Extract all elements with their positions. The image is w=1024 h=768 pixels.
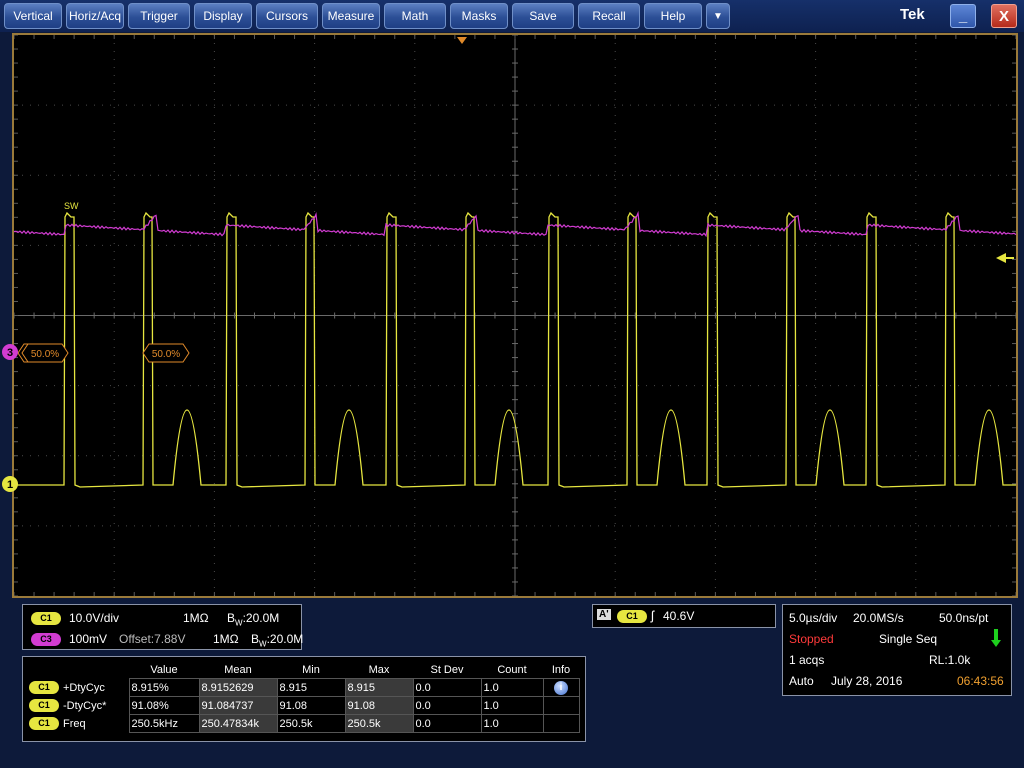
meas-value: 91.08%	[128, 696, 200, 715]
channel-settings-panel[interactable]: C1 10.0V/div 1MΩ BW:20.0M C3 100mV Offse…	[22, 604, 304, 650]
acq-date: July 28, 2016	[831, 674, 903, 688]
acquisition-panel[interactable]: 5.0µs/div 20.0MS/s 50.0ns/pt Stopped Sin…	[782, 604, 1012, 696]
rising-edge-icon: ʃ	[651, 608, 654, 623]
trigger-type-badge: A'	[597, 609, 611, 620]
cursors-menu-button[interactable]: Cursors	[256, 3, 318, 29]
meas-mean: 91.084737	[198, 696, 278, 715]
close-icon: X	[998, 7, 1009, 25]
meas-source-badge: C1	[29, 699, 59, 712]
time-per-div: 5.0µs/div	[789, 611, 838, 625]
ch1-marker[interactable]: 1	[2, 476, 18, 492]
help-menu-button[interactable]: Help	[644, 3, 702, 29]
channel-markers: 3 1	[2, 344, 18, 492]
display-menu-button[interactable]: Display	[194, 3, 252, 29]
meas-value: 8.915%	[128, 678, 200, 697]
meas-min: 91.08	[276, 696, 346, 715]
acq-mode: Single Seq	[879, 632, 938, 646]
acq-count: 1 acqs	[789, 653, 825, 667]
meas-min: 250.5k	[276, 714, 346, 733]
header-max: Max	[368, 663, 390, 676]
measure-menu-button[interactable]: Measure	[322, 3, 380, 29]
meas-source-badge: C1	[29, 717, 59, 730]
record-length: RL:1.0k	[929, 653, 971, 667]
info-icon[interactable]: i	[554, 680, 568, 695]
c3-bandwidth: BW:20.0M	[251, 632, 304, 649]
c1-scale: 10.0V/div	[69, 611, 120, 625]
header-info: Info	[551, 663, 571, 676]
acq-status: Stopped	[789, 632, 834, 646]
meas-name: +DtyCyc	[63, 681, 105, 694]
minimize-icon: _	[958, 7, 968, 25]
meas-count: 1.0	[480, 714, 544, 733]
meas-stdev: 0.0	[412, 714, 482, 733]
ch3-level-label: 50.0%	[152, 349, 180, 360]
trigger-panel[interactable]: A' C1 ʃ 40.6V	[592, 604, 776, 628]
c1-bandwidth: BW:20.0M	[227, 611, 280, 628]
header-count: Count	[497, 663, 527, 676]
trigger-source-badge: C1	[617, 610, 647, 623]
measurement-row[interactable]: C1 -DtyCyc* 91.08% 91.084737 91.08 91.08…	[27, 696, 580, 715]
math-menu-button[interactable]: Math	[384, 3, 446, 29]
close-button[interactable]: X	[991, 4, 1017, 28]
brand-logo: Tek	[900, 6, 925, 23]
meas-stdev: 0.0	[412, 696, 482, 715]
meas-name: -DtyCyc*	[63, 699, 107, 712]
meas-min: 8.915	[276, 678, 346, 697]
menu-bar: Vertical Horiz/Acq Trigger Display Curso…	[0, 0, 1024, 32]
meas-name: Freq	[63, 717, 86, 730]
run-indicator-icon	[991, 629, 1001, 647]
ch1-marker-label: 1	[7, 479, 13, 491]
meas-count: 1.0	[480, 678, 544, 697]
c3-scale: 100mV	[69, 632, 108, 646]
trigger-level-icon	[996, 253, 1006, 263]
masks-menu-button[interactable]: Masks	[450, 3, 508, 29]
vertical-menu-button[interactable]: Vertical	[4, 3, 62, 29]
meas-mean: 250.47834k	[198, 714, 278, 733]
measurements-table: Value Mean Min Max St Dev Count Info C1 …	[27, 661, 580, 733]
more-menu-button[interactable]: ▼	[706, 3, 730, 29]
meas-max: 250.5k	[344, 714, 414, 733]
meas-max: 8.915	[344, 678, 414, 697]
waveform-display[interactable]: 50.0%50.0%50.0%SW	[12, 33, 1018, 598]
meas-stdev: 0.0	[412, 678, 482, 697]
trigger-menu-button[interactable]: Trigger	[128, 3, 190, 29]
header-mean: Mean	[224, 663, 252, 676]
ch3-ref-level-label: 50.0%	[31, 349, 59, 360]
meas-max: 91.08	[344, 696, 414, 715]
trigger-level: 40.6V	[663, 609, 695, 623]
save-menu-button[interactable]: Save	[512, 3, 574, 29]
trigger-mode: Auto	[789, 674, 814, 688]
header-value: Value	[150, 663, 178, 676]
c3-impedance: 1MΩ	[213, 632, 239, 646]
ch3-marker-label: 3	[7, 347, 13, 359]
meas-value: 250.5kHz	[128, 714, 200, 733]
meas-count: 1.0	[480, 696, 544, 715]
ch3-marker[interactable]: 3	[2, 344, 18, 360]
measurements-header-row: Value Mean Min Max St Dev Count Info	[27, 661, 579, 679]
meas-mean: 8.9152629	[198, 678, 278, 697]
acq-time: 06:43:56	[957, 674, 1004, 688]
header-min: Min	[302, 663, 320, 676]
meas-source-badge: C1	[29, 681, 59, 694]
header-stdev: St Dev	[430, 663, 464, 676]
time-resolution: 50.0ns/pt	[939, 611, 989, 625]
sample-rate: 20.0MS/s	[853, 611, 904, 625]
sw-label: SW	[64, 201, 79, 211]
c3-offset: Offset:7.88V	[119, 632, 186, 646]
c3-badge: C3	[31, 633, 61, 646]
waveform-graticule: 50.0%50.0%50.0%SW	[14, 35, 1016, 596]
c1-impedance: 1MΩ	[183, 611, 209, 625]
minimize-button[interactable]: _	[950, 4, 976, 28]
recall-menu-button[interactable]: Recall	[578, 3, 640, 29]
horiz-acq-menu-button[interactable]: Horiz/Acq	[66, 3, 124, 29]
trigger-position-icon	[457, 37, 467, 44]
measurements-panel[interactable]: Value Mean Min Max St Dev Count Info C1 …	[22, 656, 586, 742]
measurement-row[interactable]: C1 Freq 250.5kHz 250.47834k 250.5k 250.5…	[27, 714, 580, 733]
measurement-row[interactable]: C1 +DtyCyc 8.915% 8.9152629 8.915 8.915 …	[27, 678, 580, 697]
c1-badge: C1	[31, 612, 61, 625]
